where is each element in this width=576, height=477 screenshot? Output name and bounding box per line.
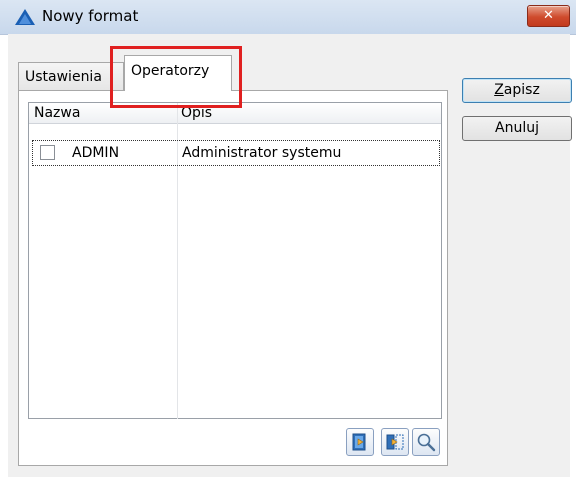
save-button[interactable]: Zapisz — [462, 78, 572, 103]
attach-operator-button[interactable] — [381, 428, 409, 456]
attach-operator-icon — [386, 434, 404, 450]
close-button[interactable]: ✕ — [527, 5, 570, 27]
dialog-window: Nowy format ✕ Ustawienia Operatorzy Nazw… — [0, 0, 576, 477]
column-header-nazwa[interactable]: Nazwa — [34, 103, 80, 123]
cell-nazwa: ADMIN — [72, 145, 120, 161]
tab-ustawienia[interactable]: Ustawienia — [18, 62, 124, 90]
grid-header: Nazwa Opis — [29, 103, 441, 124]
column-header-opis[interactable]: Opis — [181, 103, 212, 123]
tab-operatorzy[interactable]: Operatorzy — [124, 55, 232, 91]
add-operator-button[interactable] — [346, 428, 374, 456]
search-icon — [417, 433, 436, 452]
app-logo-icon — [15, 9, 35, 25]
cell-opis: Administrator systemu — [182, 145, 342, 161]
title-bar[interactable]: Nowy format ✕ — [0, 0, 576, 35]
window-title: Nowy format — [42, 7, 139, 25]
search-button[interactable] — [412, 428, 440, 456]
cancel-button[interactable]: Anuluj — [462, 116, 572, 141]
row-checkbox[interactable] — [40, 145, 55, 160]
add-operator-icon — [352, 433, 366, 451]
close-icon: ✕ — [543, 8, 554, 23]
